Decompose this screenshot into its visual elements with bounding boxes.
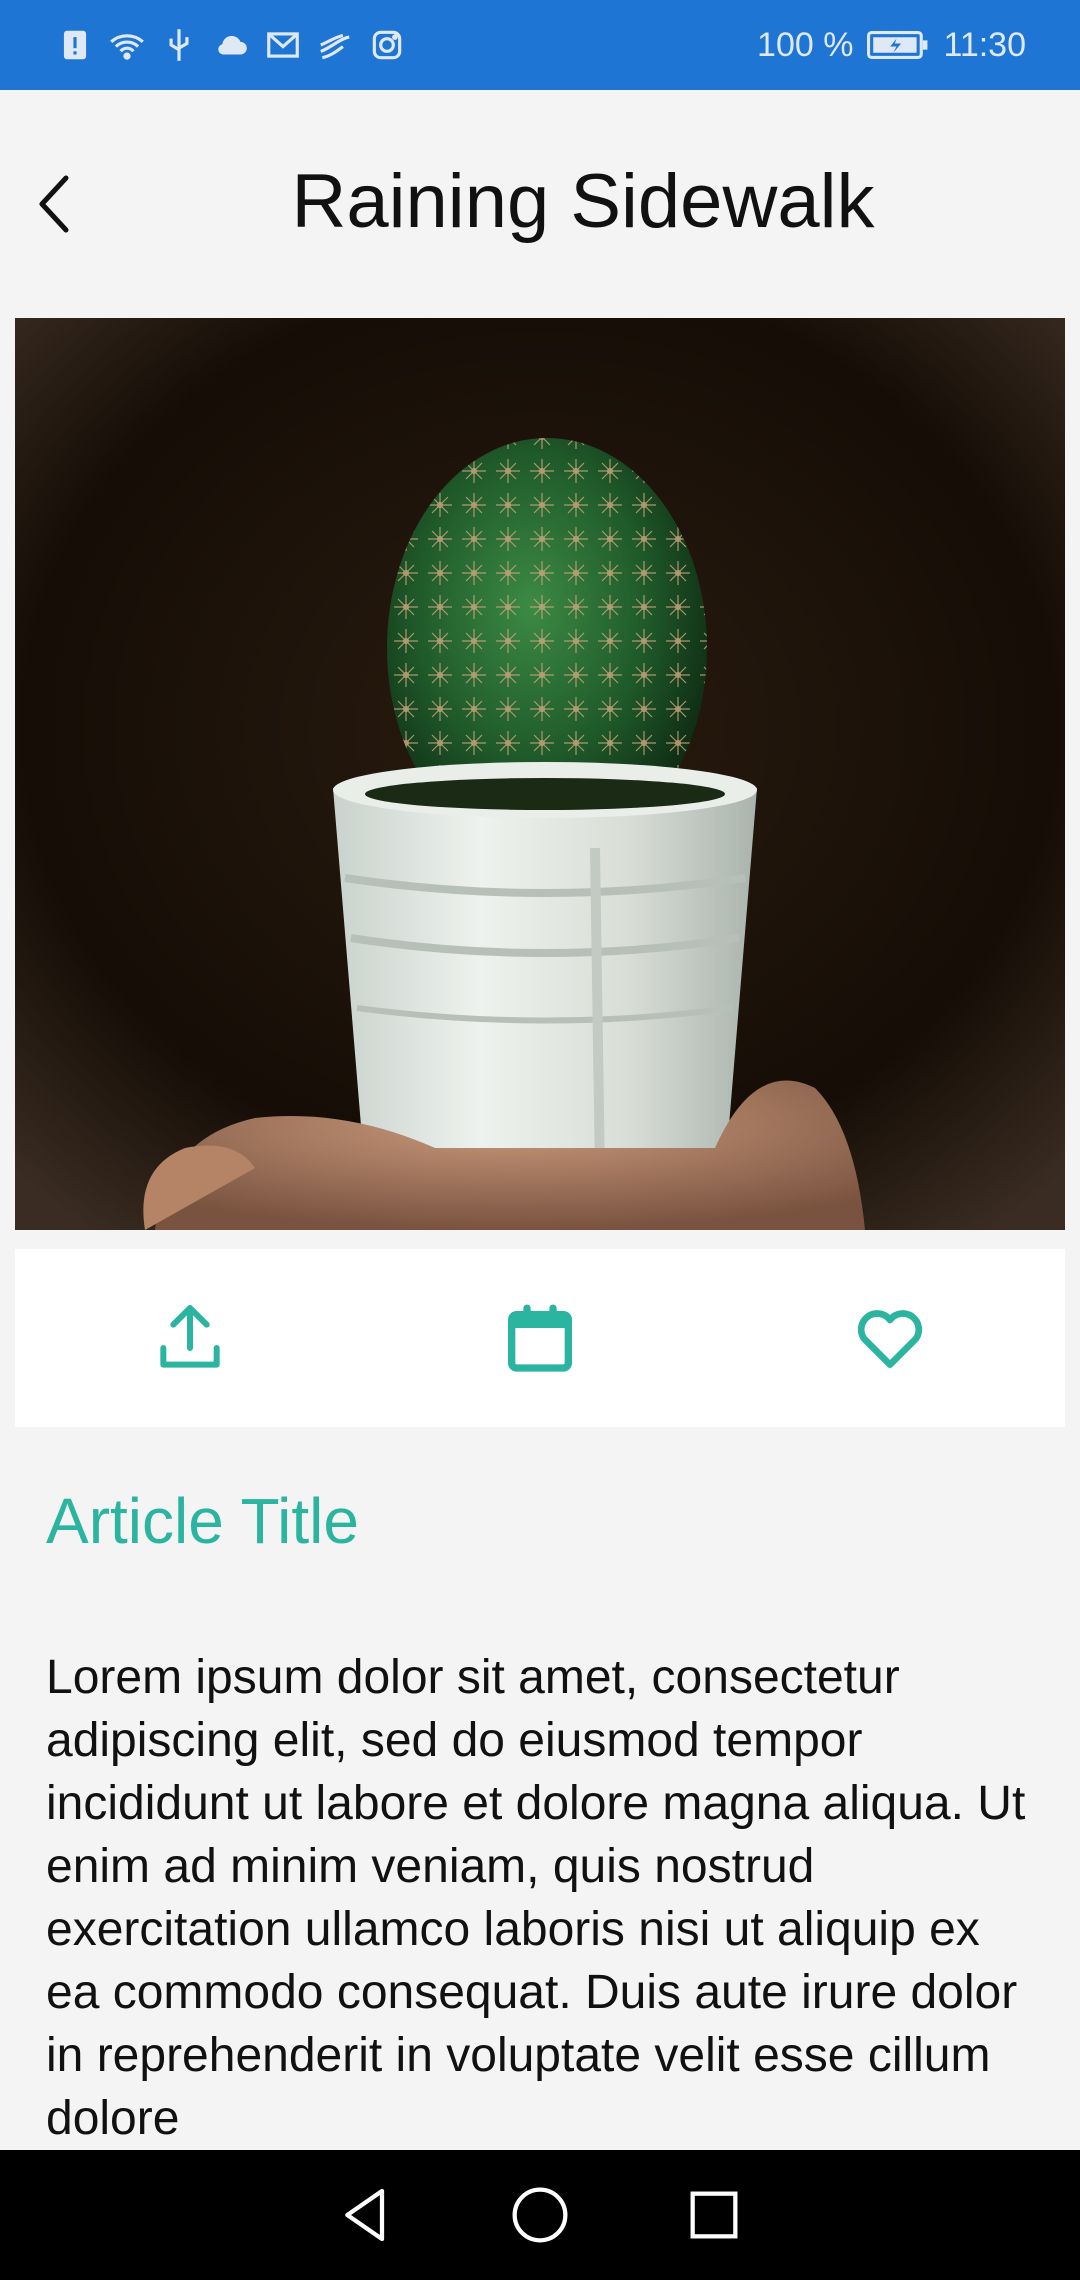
share-button[interactable] (15, 1249, 365, 1427)
battery-percent: 100 % (757, 25, 854, 64)
favorite-button[interactable] (715, 1249, 1065, 1427)
article-body: Lorem ipsum dolor sit amet, consectetur … (46, 1651, 1026, 2145)
article-title: Article Title (46, 1485, 359, 1557)
calendar-button[interactable] (365, 1249, 715, 1427)
wifi-icon (108, 26, 146, 64)
home-circle-icon (512, 2187, 568, 2243)
page-title: Raining Sidewalk (291, 159, 875, 244)
app-header: Raining Sidewalk (0, 90, 1080, 318)
status-bar: 100 % 11:30 (0, 0, 1080, 90)
calendar-icon (508, 1304, 572, 1372)
battery-icon (867, 26, 929, 64)
upload-icon (160, 1305, 220, 1368)
cloud-icon (212, 26, 250, 64)
nav-recents-button[interactable] (682, 2183, 746, 2247)
nav-back-button[interactable] (334, 2183, 398, 2247)
mail-icon (264, 26, 302, 64)
action-bar (15, 1249, 1065, 1427)
status-icons-right: 100 % 11:30 (757, 26, 1026, 65)
cast-icon (316, 26, 354, 64)
alert-icon (56, 26, 94, 64)
instagram-icon (368, 26, 406, 64)
nav-home-button[interactable] (508, 2183, 572, 2247)
hero-image (15, 318, 1065, 1230)
recents-square-icon (690, 2191, 738, 2239)
status-icons-left (56, 26, 406, 64)
cactus-photo (15, 318, 1065, 1230)
back-triangle-icon (345, 2188, 385, 2242)
usb-icon (160, 26, 198, 64)
clock: 11:30 (943, 25, 1026, 64)
heart-icon (857, 1310, 923, 1368)
system-nav-bar (0, 2150, 1080, 2280)
